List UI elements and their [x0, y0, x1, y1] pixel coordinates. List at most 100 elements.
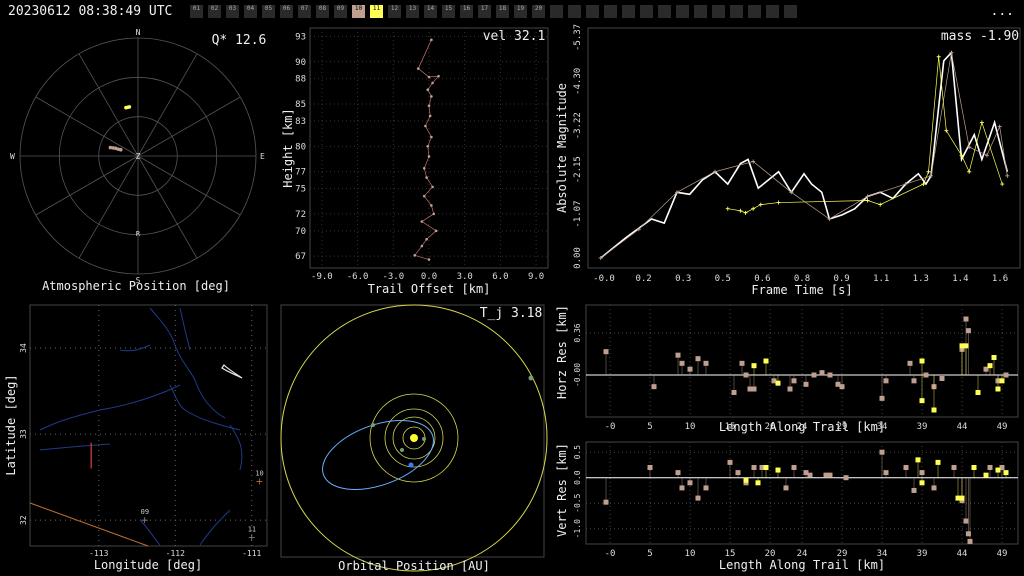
magnitude-xlabel: Frame Time [s] — [751, 283, 852, 297]
res-point-stn-11 — [963, 343, 969, 349]
height-ytick: 70 — [295, 227, 306, 237]
mag-point-stn-10 — [1005, 173, 1010, 178]
height-ytick: 88 — [295, 75, 306, 85]
res-point-stn-10 — [827, 372, 833, 378]
height-ylabel: Height [km] — [281, 108, 295, 187]
height-ytick: 90 — [295, 58, 306, 68]
height-point — [431, 81, 434, 85]
res-point-stn-11 — [919, 358, 925, 364]
res-point-stn-11 — [995, 386, 1001, 392]
mag-point-stn-11 — [926, 169, 931, 174]
map-xlabel: Longitude [deg] — [94, 558, 202, 572]
lake-outline — [221, 364, 243, 379]
map-plot: -113 -112 -111 32 33 34 10 09 11 Longitude [deg… — [4, 304, 268, 572]
horz-ylabel: Horz Res [km] — [555, 305, 569, 399]
horz-res-plot: -0 5 10 15 20 24 29 34 39 44 490.36-0.00 Length Al… — [555, 304, 1019, 434]
res-point-stn-10 — [907, 360, 913, 366]
map-ytick: 33 — [19, 429, 28, 439]
res-point-stn-11 — [743, 477, 749, 483]
state-border — [29, 502, 149, 547]
res-point-stn-10 — [675, 470, 681, 476]
res-xtick: 5 — [647, 549, 652, 559]
height-point — [420, 244, 424, 248]
mag-point-stn-11 — [776, 200, 781, 205]
res-xtick: -0 — [605, 422, 616, 432]
mag-ytick: 0.00 — [573, 247, 583, 269]
res-point-stn-10 — [675, 352, 681, 358]
res-point-stn-11 — [959, 495, 965, 501]
res-point-stn-10 — [647, 465, 653, 470]
res-point-stn-10 — [743, 372, 749, 378]
height-point — [430, 204, 433, 207]
map-xtick: -112 — [166, 549, 185, 558]
res-point-stn-10 — [603, 349, 609, 355]
planet-marker — [400, 448, 404, 452]
res-point-stn-10 — [811, 372, 817, 378]
res-point-stn-10 — [967, 538, 973, 544]
mag-point-stn-11 — [936, 54, 941, 59]
res-xtick: 10 — [685, 549, 696, 559]
mag-point-stn-11 — [865, 198, 870, 203]
res-ytick: -0.5 — [573, 493, 582, 512]
q-star-label: Q* 12.6 — [212, 33, 267, 48]
res-point-stn-10 — [911, 378, 917, 384]
height-ytick: 75 — [295, 185, 306, 195]
orbit-xlabel: Orbital Position [AU] — [338, 559, 490, 573]
res-point-stn-11 — [935, 459, 941, 465]
res-point-stn-10 — [803, 381, 809, 387]
res-xtick: 5 — [647, 422, 652, 432]
mag-series-stn-10 — [600, 52, 1008, 259]
mag-ytick: -1.07 — [573, 201, 583, 228]
height-point — [432, 212, 436, 216]
map-ytick: 32 — [19, 515, 28, 525]
mag-point-stn-11 — [743, 210, 748, 215]
res-point-stn-11 — [987, 363, 993, 369]
mag-point-stn-11 — [967, 169, 972, 174]
res-point-stn-10 — [807, 472, 813, 478]
res-point-stn-11 — [919, 480, 925, 486]
vert-xlabel: Length Along Trail [km] — [719, 558, 885, 572]
height-plot: -9.0 -6.0 -3.0 0.0 3.0 6.0 9.0 67 70 72 75 77 80 83 85… — [281, 27, 549, 296]
res-xtick: -0 — [605, 549, 616, 559]
height-point — [431, 185, 434, 189]
res-point-stn-10 — [883, 470, 889, 476]
earth-marker — [408, 462, 414, 468]
height-xtick: -3.0 — [382, 272, 404, 282]
res-point-stn-10 — [787, 386, 793, 392]
height-point — [427, 155, 431, 158]
height-point — [424, 124, 427, 128]
station-marker-11 — [248, 534, 255, 541]
plots-canvas: NESW ZR Q* 12.6 Atmospheric Position [deg… — [4, 24, 1021, 573]
res-ytick: 0.36 — [573, 323, 582, 342]
polar-grid: NESW ZR — [10, 28, 265, 285]
height-point — [425, 176, 428, 179]
res-point-stn-10 — [791, 378, 797, 384]
height-ytick: 85 — [295, 100, 306, 110]
res-xtick: 39 — [917, 549, 928, 559]
res-point-stn-10 — [827, 472, 833, 478]
mag-xtick: 1.3 — [913, 274, 929, 284]
tj-label: T_j 3.18 — [480, 306, 543, 321]
height-ytick: 67 — [295, 252, 306, 262]
height-point — [427, 75, 431, 79]
res-point-stn-10 — [903, 465, 909, 470]
res-point-stn-11 — [983, 472, 989, 478]
mass-label: mass -1.90 — [941, 29, 1019, 44]
res-point-stn-11 — [995, 467, 1001, 473]
mag-point-stn-10 — [997, 124, 1002, 129]
height-xtick: 6.0 — [492, 272, 508, 282]
height-xtick: -6.0 — [347, 272, 369, 282]
map-xtick: -113 — [89, 549, 108, 558]
res-xtick: 49 — [997, 549, 1008, 559]
height-point — [430, 95, 433, 98]
res-point-stn-10 — [751, 386, 757, 392]
height-point — [430, 38, 433, 42]
res-point-stn-10 — [963, 316, 969, 322]
res-point-stn-10 — [911, 487, 917, 493]
mag-point-stn-11 — [725, 206, 730, 211]
res-point-stn-10 — [1003, 372, 1009, 378]
polar-spoke — [35, 155, 139, 216]
height-xtick: 9.0 — [528, 272, 544, 282]
height-point — [422, 166, 426, 170]
res-point-stn-11 — [775, 380, 781, 386]
